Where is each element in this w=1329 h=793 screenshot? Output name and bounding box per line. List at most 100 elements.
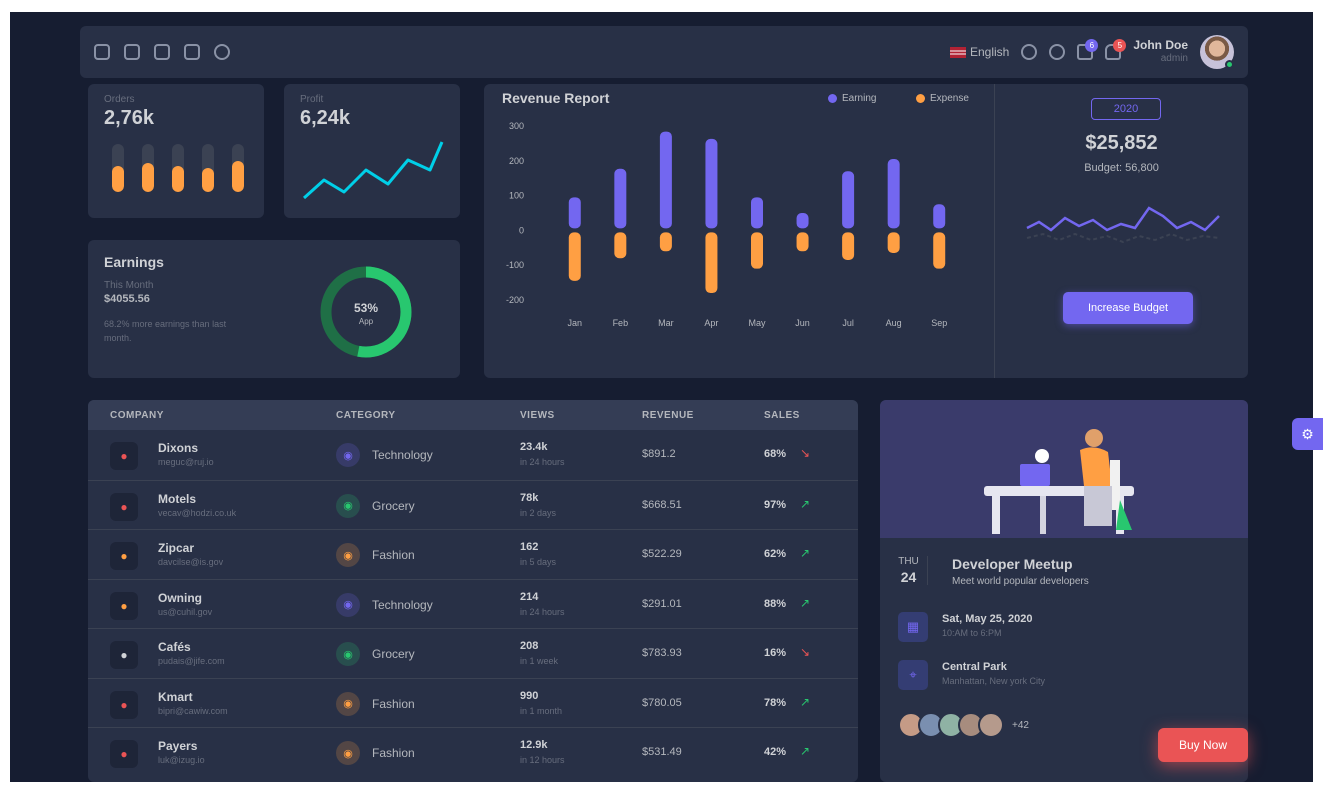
revenue-value: $668.51 — [642, 498, 682, 511]
app-content: English 6 5 John Doe admin Orders 2,76k … — [80, 26, 1260, 782]
category-name: Technology — [372, 597, 433, 612]
expense-bar — [614, 232, 627, 259]
increase-budget-button[interactable]: Increase Budget — [1063, 292, 1193, 324]
company-name: Payers — [158, 739, 198, 753]
profit-value: 6,24k — [300, 107, 351, 129]
expense-bar — [887, 232, 900, 254]
category-icon: ◉ — [336, 642, 360, 666]
expense-bar — [796, 232, 809, 252]
company-email: bipri@cawiw.com — [158, 705, 228, 716]
meetup-date-sub: 10:AM to 6:PM — [942, 628, 1002, 638]
expense-bar — [705, 232, 718, 294]
earning-bar — [933, 204, 946, 229]
category-name: Grocery — [372, 647, 415, 661]
sales-value: 42% — [764, 746, 787, 758]
sales-value: 68% — [764, 448, 787, 460]
category-icon: ◉ — [336, 592, 360, 617]
category-name: Fashion — [372, 548, 415, 562]
views-value: 78k — [520, 491, 539, 504]
bell-icon[interactable]: 5 — [1105, 39, 1127, 60]
company-email: luk@izug.io — [158, 755, 205, 765]
meetup-date-title: Sat, May 25, 2020 — [942, 613, 1033, 625]
earning-bar — [568, 197, 581, 229]
earnings-card: Earnings This Month $4055.56 68.2% more … — [88, 240, 460, 378]
chat-icon[interactable] — [124, 44, 140, 60]
table-body: ● Dixons meguc@ruj.io ◉ Technology 23.4k in 24… — [88, 430, 858, 777]
profit-title: Profit — [300, 94, 324, 105]
x-tick-label: Apr — [704, 318, 718, 328]
table-row[interactable]: ● Zipcar davcilse@is.gov ◉ Fashion 162 in 5 da… — [88, 529, 858, 579]
company-name: Motels — [158, 491, 197, 506]
meetup-day: 24 — [900, 569, 917, 585]
mail-icon[interactable] — [154, 44, 170, 60]
x-tick-label: Feb — [613, 318, 629, 328]
revenue-report-card: Revenue Report Earning Expense 300 200 100… — [484, 84, 1248, 378]
meetup-card: THU 24 Developer Meetup Meet world popul… — [880, 400, 1248, 782]
calendar-icon[interactable] — [94, 44, 110, 60]
meetup-place-sub: Manhattan, New york City — [942, 676, 1046, 686]
search-icon[interactable] — [1049, 44, 1066, 60]
us-flag-icon — [949, 47, 966, 59]
legend-expense-label: Expense — [930, 93, 969, 104]
trending-up-icon: ↗ — [800, 496, 811, 511]
company-email: us@cuhil.gov — [158, 606, 213, 617]
avatar[interactable] — [978, 712, 1004, 738]
expense-bar — [842, 232, 855, 260]
cart-icon[interactable]: 6 — [1077, 39, 1099, 60]
company-email: meguc@ruj.io — [158, 457, 214, 467]
user-info[interactable]: John Doe admin — [1133, 39, 1188, 65]
year-dropdown[interactable]: 2020 — [1091, 98, 1161, 120]
category-icon: ◉ — [336, 493, 360, 518]
y-tick-label: 0 — [519, 225, 524, 235]
table-row[interactable]: ● Dixons meguc@ruj.io ◉ Technology 23.4k in 24… — [88, 430, 858, 480]
table-row[interactable]: ● Owning us@cuhil.gov ◉ Technology 214 in 24 h… — [88, 578, 858, 629]
earning-bar — [705, 138, 718, 229]
company-email: pudais@jife.com — [158, 656, 225, 666]
views-period: in 24 hours — [520, 606, 565, 617]
company-name: Kmart — [158, 689, 193, 704]
th-company: COMPANY — [110, 409, 164, 421]
language-dropdown[interactable]: English — [949, 45, 1009, 59]
donut-label: 53% — [354, 301, 378, 315]
orders-bar — [112, 144, 124, 192]
expense-bar — [568, 232, 581, 281]
donut-sub: App — [359, 317, 374, 326]
checkbox-icon[interactable] — [184, 44, 200, 60]
sales-value: 78% — [764, 696, 787, 709]
expense-bar — [751, 232, 763, 269]
views-period: in 24 hours — [520, 457, 565, 467]
meetup-date-box: THU 24 — [898, 556, 928, 585]
meetup-desc: Meet world popular developers — [952, 576, 1089, 587]
earnings-donut-chart: 53% App — [320, 266, 412, 358]
revenue-value: $522.29 — [642, 548, 682, 560]
orders-bar — [232, 144, 244, 192]
x-tick-label: Jun — [795, 318, 810, 328]
y-tick-label: 100 — [509, 191, 524, 201]
company-logo-icon: ● — [110, 442, 138, 470]
revenue-title: Revenue Report — [502, 90, 610, 106]
earning-swatch-icon — [828, 94, 837, 103]
table-row[interactable]: ● Kmart bipri@cawiw.com ◉ Fashion 990 in 1 mon… — [88, 677, 858, 728]
trending-up-icon: ↗ — [800, 546, 811, 560]
table-row[interactable]: ● Payers luk@izug.io ◉ Fashion 12.9k in 12 hou… — [88, 727, 858, 777]
x-tick-label: Aug — [886, 318, 902, 328]
star-icon[interactable] — [214, 44, 230, 60]
meetup-place-info: ⌖ Central Park Manhattan, New york City — [898, 660, 1045, 690]
moon-icon[interactable] — [1021, 44, 1038, 60]
x-tick-label: Jan — [568, 318, 583, 328]
x-tick-label: Sep — [931, 318, 947, 328]
views-period: in 5 days — [520, 557, 557, 567]
table-row[interactable]: ● Cafés pudais@jife.com ◉ Grocery 208 in 1 wee… — [88, 628, 858, 678]
buy-now-button[interactable]: Buy Now — [1158, 728, 1248, 762]
views-value: 162 — [520, 541, 539, 553]
expense-bar — [659, 232, 672, 252]
category-icon: ◉ — [336, 543, 360, 567]
avatar[interactable] — [1200, 35, 1234, 69]
category-icon: ◉ — [336, 691, 360, 716]
orders-bar-fill — [142, 163, 154, 192]
expense-swatch-icon — [916, 94, 925, 103]
developer-illustration-icon — [984, 429, 1134, 534]
views-period: in 1 month — [520, 705, 563, 716]
table-row[interactable]: ● Motels vecav@hodzi.co.uk ◉ Grocery 78k in 2 … — [88, 479, 858, 530]
settings-icon[interactable]: ⚙ — [1292, 418, 1323, 450]
